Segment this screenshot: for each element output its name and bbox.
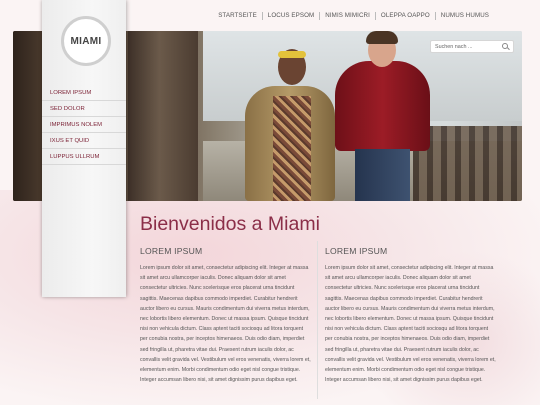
sidebar-item-lorem-ipsum[interactable]: LOREM IPSUM (42, 85, 126, 101)
column-heading: LOREM IPSUM (325, 246, 388, 256)
nav-item-nimis-mimicri[interactable]: NIMIS MIMICRI (319, 12, 375, 20)
sidebar-item-ixus-et-quid[interactable]: IXUS ET QUID (42, 133, 126, 149)
hero-tree-trunk (128, 31, 198, 201)
search-input[interactable]: Suchen nach ... (430, 40, 514, 53)
column-body: Lorem ipsum dolor sit amet, consectetur … (140, 265, 311, 384)
sidebar-item-luppus-ullrum[interactable]: LUPPUS ULLRUM (42, 149, 126, 165)
top-navigation: STARTSEITE LOCUS EPSOM NIMIS MIMICRI OLE… (213, 11, 494, 21)
hero-tree-left (13, 31, 43, 201)
column-divider (317, 241, 318, 399)
search-icon[interactable] (502, 43, 509, 50)
sidebar-item-sed-dolor[interactable]: SED DOLOR (42, 101, 126, 117)
sidebar-item-imprimus-nolem[interactable]: IMPRIMUS NOLEM (42, 117, 126, 133)
nav-item-oleppa-oappo[interactable]: OLEPPA OAPPO (374, 12, 435, 20)
nav-item-startseite[interactable]: STARTSEITE (213, 12, 262, 20)
column-heading: LOREM IPSUM (140, 246, 203, 256)
logo-text: MIAMI (70, 35, 102, 47)
search-placeholder: Suchen nach ... (435, 43, 473, 50)
content-column-left: LOREM IPSUM Lorem ipsum dolor sit amet, … (140, 246, 312, 385)
hero-man-shirt (335, 61, 430, 151)
hero-man-jeans (355, 149, 410, 201)
sidebar-menu: LOREM IPSUM SED DOLOR IMPRIMUS NOLEM IXU… (42, 85, 126, 165)
content-column-right: LOREM IPSUM Lorem ipsum dolor sit amet, … (325, 246, 497, 385)
hero-woman-headband (278, 51, 306, 58)
logo[interactable]: MIAMI (61, 16, 111, 66)
nav-item-locus-epsom[interactable]: LOCUS EPSOM (261, 12, 320, 20)
page-title: Bienvenidos a Miami (140, 213, 320, 235)
column-body: Lorem ipsum dolor sit amet, consectetur … (325, 265, 496, 384)
sidebar: MIAMI LOREM IPSUM SED DOLOR IMPRIMUS NOL… (42, 0, 126, 297)
hero-woman-dress (273, 96, 311, 201)
hero-man-hair (366, 31, 398, 44)
nav-item-numus-humus[interactable]: NUMUS HUMUS (434, 12, 494, 20)
